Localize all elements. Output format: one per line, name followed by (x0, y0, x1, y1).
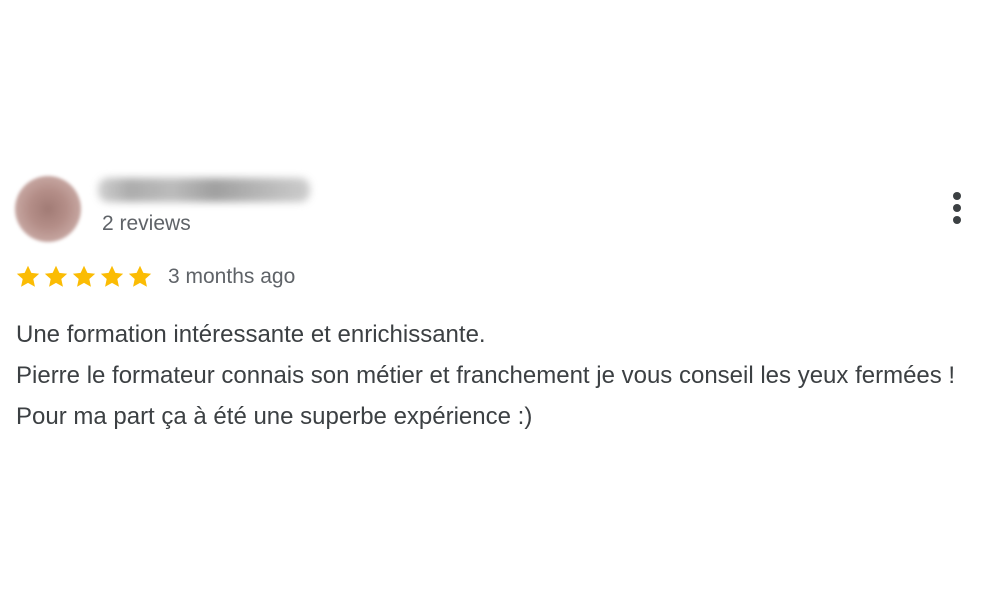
review-text-line: Pierre le formateur connais son métier e… (16, 362, 956, 430)
author-name-blurred[interactable] (98, 178, 310, 202)
author-reviews-count[interactable]: 2 reviews (102, 212, 191, 236)
review-date: 3 months ago (168, 265, 296, 288)
star-icon (44, 265, 68, 287)
avatar[interactable] (15, 176, 81, 242)
review-text-line: Une formation intéressante et enrichissa… (16, 321, 486, 348)
review-text: Une formation intéressante et enrichissa… (16, 314, 991, 437)
star-icon (128, 265, 152, 287)
star-icon (100, 265, 124, 287)
more-options-button[interactable] (944, 188, 970, 228)
more-vert-icon (953, 216, 961, 224)
review-card: 2 reviews 3 months ago Une formation int… (0, 0, 1000, 600)
rating-row: 3 months ago (15, 262, 295, 292)
star-rating (15, 264, 153, 290)
more-vert-icon (953, 192, 961, 200)
star-icon (16, 265, 40, 287)
more-vert-icon (953, 204, 961, 212)
star-icon (72, 265, 96, 287)
